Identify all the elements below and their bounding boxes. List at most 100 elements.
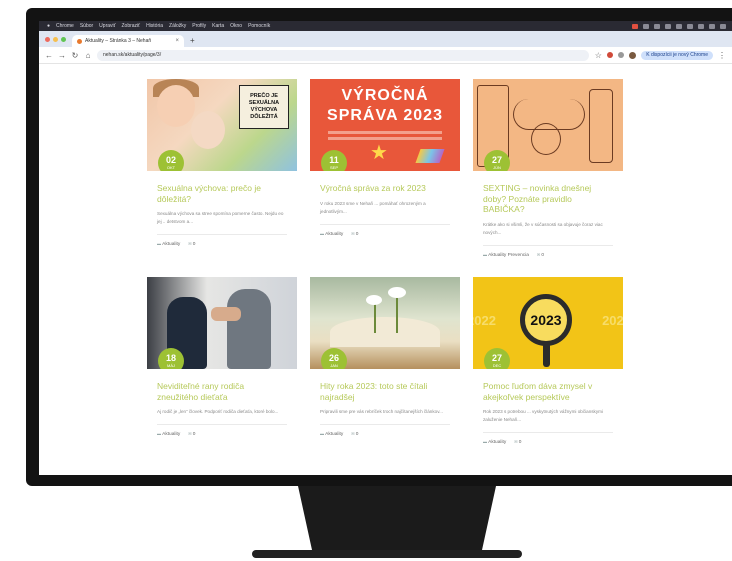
date-month: MÁJ (167, 363, 175, 368)
comment-count[interactable]: 0 (537, 252, 544, 258)
category-link[interactable]: Aktuality (157, 241, 180, 247)
menu-window[interactable]: Okno (230, 23, 242, 29)
post-excerpt: V roku 2023 sme v Nehaň ... pomáhať ohro… (320, 200, 426, 214)
post-excerpt: Krátke ako si všimli, že v súčasnosti sa… (483, 221, 603, 235)
post-thumbnail[interactable]: 2022 2024 2023 27 DEC (473, 277, 623, 369)
divider (320, 223, 450, 225)
forward-icon[interactable]: → (58, 51, 66, 60)
minimize-window-icon[interactable] (53, 37, 58, 42)
menu-view[interactable]: Zobraziť (122, 23, 141, 29)
menu-chrome[interactable]: Chrome (56, 23, 74, 29)
tab-aktuality[interactable]: Aktuality – Stránka 3 – Nehaň × (72, 35, 184, 47)
comment-count[interactable]: 0 (188, 241, 196, 247)
bookmark-star-icon[interactable]: ☆ (594, 51, 602, 60)
macos-menubar: ● Chrome Súbor Upraviť Zobraziť História… (39, 21, 732, 31)
menu-tab[interactable]: Karta (212, 23, 224, 29)
monitor-screen: ● Chrome Súbor Upraviť Zobraziť História… (39, 21, 732, 475)
date-badge: 18 MÁJ (158, 348, 184, 369)
menu-edit[interactable]: Upraviť (99, 23, 115, 29)
menu-file[interactable]: Súbor (80, 23, 93, 29)
extension-icon[interactable] (607, 52, 614, 58)
maximize-window-icon[interactable] (61, 37, 66, 42)
post-thumbnail[interactable]: 26 JAN (310, 277, 460, 369)
art-year-left: 2022 (473, 313, 496, 328)
new-tab-button[interactable]: + (184, 36, 195, 47)
post-card: 18 MÁJ Neviditeľné rany rodiča zneužitéh… (147, 277, 297, 437)
art-heading: SPRÁVA 2023 (327, 107, 443, 124)
profile-avatar[interactable] (629, 51, 637, 59)
comment-count[interactable]: 0 (351, 231, 359, 237)
category-link[interactable]: Aktuality (157, 431, 180, 437)
page-content: PREČO JE SEXUÁLNA VÝCHOVA DÔLEŽITÁ 02 OK… (39, 65, 732, 475)
wifi-icon[interactable] (698, 23, 704, 29)
date-day: 02 (165, 155, 176, 165)
date-day: 27 (491, 353, 502, 363)
post-thumbnail[interactable]: PREČO JE SEXUÁLNA VÝCHOVA DÔLEŽITÁ 02 OK… (147, 79, 297, 171)
tab-title: Aktuality – Stránka 3 – Nehaň (85, 38, 152, 44)
post-meta: Aktuality Prevencia 0 (483, 252, 613, 258)
menu-bookmarks[interactable]: Záložky (169, 23, 186, 29)
close-tab-icon[interactable]: × (175, 38, 179, 44)
monitor-stand-base (252, 550, 522, 558)
chrome-update-button[interactable]: K dispozícii je nový Chrome (641, 50, 713, 60)
menu-kebab-icon[interactable]: ⋮ (718, 51, 726, 60)
star-icon: ★ (370, 142, 388, 164)
close-window-icon[interactable] (45, 37, 50, 42)
post-title-link[interactable]: Neviditeľné rany rodiča zneužitého dieťa… (157, 381, 287, 402)
menu-history[interactable]: História (146, 23, 163, 29)
control-center-icon[interactable] (720, 23, 726, 29)
divider (483, 432, 613, 433)
post-thumbnail[interactable]: 18 MÁJ (147, 277, 297, 369)
post-title-link[interactable]: Hity roka 2023: toto ste čítali najradše… (320, 381, 450, 402)
category-link[interactable]: Aktuality Prevencia (483, 252, 529, 258)
tray-app-icon[interactable] (643, 23, 649, 29)
comment-count[interactable]: 0 (188, 431, 196, 437)
post-title-link[interactable]: SEXTING – novinka dnešnej doby? Poznáte … (483, 183, 613, 215)
post-meta: Aktuality 0 (320, 231, 450, 237)
home-icon[interactable]: ⌂ (84, 51, 92, 60)
magnifier-icon: 2023 (520, 294, 572, 346)
menu-help[interactable]: Pomocník (248, 23, 270, 29)
tray-app-icon[interactable] (687, 23, 693, 29)
date-month: OKT (166, 165, 176, 170)
category-link[interactable]: Aktuality (483, 439, 506, 445)
art-heading: VÝROČNÁ (341, 87, 429, 104)
art-book-pages (330, 317, 440, 347)
post-card: 26 JAN Hity roka 2023: toto ste čítali n… (310, 277, 460, 437)
date-day: 18 (165, 353, 176, 363)
tray-app-icon[interactable] (654, 23, 660, 29)
art-stem (396, 297, 398, 333)
window-controls (39, 37, 72, 47)
address-url: nehan.sk/aktuality/page/3/ (103, 52, 162, 58)
divider (483, 244, 613, 246)
tray-app-icon[interactable] (676, 23, 682, 29)
tray-app-icon[interactable] (632, 23, 638, 29)
reload-icon[interactable]: ↻ (71, 51, 79, 60)
extensions-puzzle-icon[interactable] (618, 52, 625, 58)
post-card: 2022 2024 2023 27 DEC Pomoc ľuďom dáva z… (473, 277, 623, 445)
category-link[interactable]: Aktuality (320, 231, 343, 237)
menu-profiles[interactable]: Profily (192, 23, 206, 29)
post-card: PREČO JE SEXUÁLNA VÝCHOVA DÔLEŽITÁ 02 OK… (147, 79, 297, 247)
comment-count[interactable]: 0 (514, 439, 522, 445)
date-month: SEP (329, 165, 338, 170)
category-link[interactable]: Aktuality (320, 431, 343, 437)
post-title-link[interactable]: Sexuálna výchova: prečo je dôležitá? (157, 183, 287, 204)
post-meta: Aktuality 0 (157, 431, 287, 437)
battery-icon[interactable] (709, 23, 715, 29)
back-icon[interactable]: ← (45, 51, 53, 60)
art-sign-text: VÝCHOVA (250, 107, 278, 113)
post-title-link[interactable]: Pomoc ľuďom dáva zmysel v akejkoľvek per… (483, 381, 613, 402)
address-bar[interactable]: nehan.sk/aktuality/page/3/ (97, 49, 590, 61)
tray-app-icon[interactable] (665, 23, 671, 29)
date-month: JAN (330, 363, 338, 368)
apple-icon[interactable]: ● (47, 23, 50, 29)
date-badge: 27 DEC (484, 348, 510, 369)
browser-toolbar: ← → ↻ ⌂ nehan.sk/aktuality/page/3/ ☆ K d… (39, 47, 732, 64)
post-excerpt: Sexuálna výchova sa stree spomína pomern… (157, 211, 284, 224)
post-thumbnail[interactable]: 27 JÚN (473, 79, 623, 171)
post-meta: Aktuality 0 (320, 431, 450, 437)
comment-count[interactable]: 0 (351, 431, 359, 437)
post-title-link[interactable]: Výročná správa za rok 2023 (320, 183, 450, 194)
post-thumbnail[interactable]: VÝROČNÁ SPRÁVA 2023 ★ 11 SEP (310, 79, 460, 171)
